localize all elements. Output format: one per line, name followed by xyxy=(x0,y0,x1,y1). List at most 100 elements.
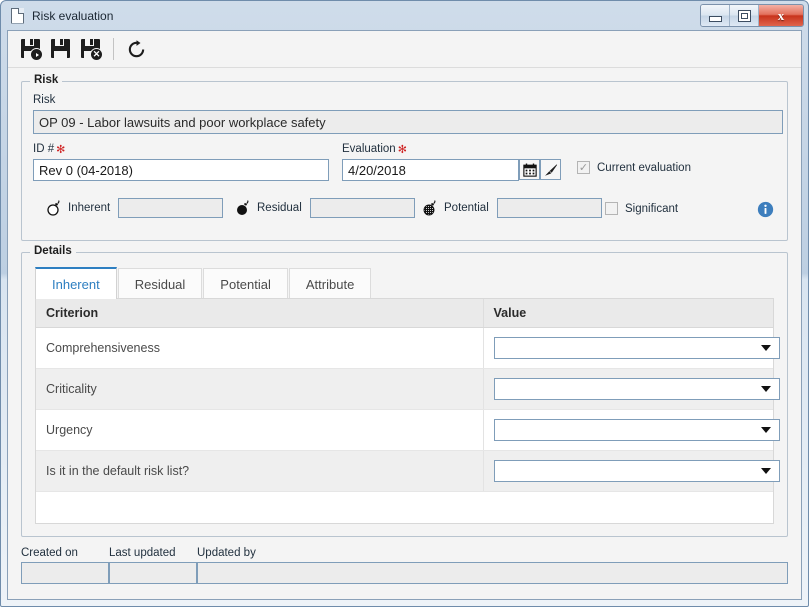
criterion-cell: Criticality xyxy=(36,368,484,410)
close-icon: x xyxy=(777,7,785,23)
calendar-icon xyxy=(522,163,537,177)
table-row: Criticality xyxy=(36,368,780,410)
current-evaluation-checkbox[interactable]: ✓ xyxy=(577,161,590,174)
residual-value-input[interactable] xyxy=(309,198,415,218)
save-icon xyxy=(51,39,71,59)
current-evaluation-label: Current evaluation xyxy=(597,161,691,174)
details-tabstrip: Inherent Residual Potential Attribute xyxy=(35,267,774,299)
criterion-cell: Is it in the default risk list? xyxy=(36,450,484,492)
current-evaluation-checkbox-group[interactable]: ✓ Current evaluation xyxy=(577,161,691,174)
refresh-icon xyxy=(128,39,144,57)
comprehensiveness-dropdown[interactable] xyxy=(493,337,780,359)
bomb-outline-icon xyxy=(47,200,60,216)
urgency-dropdown[interactable] xyxy=(493,419,780,441)
tab-residual-label: Residual xyxy=(134,276,186,292)
value-cell xyxy=(483,450,780,492)
updated-by-field: Updated by xyxy=(197,547,788,584)
window-title: Risk evaluation xyxy=(32,8,114,23)
save-and-close-button[interactable]: ✕ xyxy=(76,34,106,64)
risk-group: Risk Risk ID # ✻ Evaluation ✻ xyxy=(21,74,788,241)
tab-residual[interactable]: Residual xyxy=(117,268,203,299)
minimize-icon xyxy=(708,15,722,22)
toolbar-separator xyxy=(113,38,114,60)
minimize-button[interactable] xyxy=(701,5,730,26)
created-on-field: Created on xyxy=(21,547,109,584)
created-on-input[interactable] xyxy=(21,562,109,584)
table-row: Urgency xyxy=(36,409,780,451)
table-row: Comprehensiveness xyxy=(36,327,780,369)
details-group: Details Inherent Residual Potential Attr… xyxy=(21,245,788,537)
chevron-down-icon xyxy=(760,345,771,351)
last-updated-field: Last updated xyxy=(109,547,197,584)
evaluation-field-label: Evaluation ✻ xyxy=(342,143,407,155)
table-row: Is it in the default risk list? xyxy=(36,450,780,492)
risk-evaluation-window: Risk evaluation x ✕ Risk Risk OP 09 - La… xyxy=(0,0,809,607)
maximize-button[interactable] xyxy=(730,5,759,26)
id-label-text: ID # xyxy=(33,143,55,155)
chevron-down-icon xyxy=(760,427,771,433)
toolbar: ✕ xyxy=(8,31,801,68)
inherent-tab-panel: Criterion Value Comprehensiveness Critic… xyxy=(35,298,780,524)
footer: Created on Last updated Updated by xyxy=(8,547,801,599)
save-new-icon xyxy=(21,39,43,61)
last-updated-label: Last updated xyxy=(109,547,176,559)
risk-name-input[interactable] xyxy=(33,110,783,134)
risk-field-label: Risk xyxy=(33,94,56,106)
updated-by-input[interactable] xyxy=(197,562,788,584)
tab-potential[interactable]: Potential xyxy=(203,268,288,299)
refresh-button[interactable] xyxy=(121,34,151,64)
chevron-down-icon xyxy=(760,386,771,392)
id-input[interactable] xyxy=(33,159,329,181)
window-controls: x xyxy=(700,4,804,27)
value-cell xyxy=(483,327,780,369)
potential-label: Potential xyxy=(444,202,489,214)
id-required-icon: ✻ xyxy=(56,142,66,156)
tab-potential-label: Potential xyxy=(220,276,271,292)
criterion-cell: Comprehensiveness xyxy=(36,327,484,369)
last-updated-input[interactable] xyxy=(109,562,197,584)
inherent-metric: Inherent xyxy=(46,198,224,218)
table-header-row: Criterion Value xyxy=(36,299,773,328)
chevron-down-icon xyxy=(760,468,771,474)
significant-checkbox[interactable] xyxy=(605,202,618,215)
potential-metric: Potential xyxy=(422,198,602,218)
tab-attribute[interactable]: Attribute xyxy=(288,268,372,299)
column-header-value: Value xyxy=(483,299,773,328)
tab-inherent[interactable]: Inherent xyxy=(35,267,117,299)
info-icon[interactable] xyxy=(757,201,774,218)
inherent-label: Inherent xyxy=(68,202,111,214)
residual-metric: Residual xyxy=(235,198,415,218)
id-field-label: ID # ✻ xyxy=(33,143,65,155)
details-group-legend: Details xyxy=(30,245,76,257)
save-button[interactable] xyxy=(46,34,76,64)
inherent-value-input[interactable] xyxy=(118,198,224,218)
value-cell xyxy=(483,409,780,451)
save-and-new-button[interactable] xyxy=(16,34,46,64)
calendar-picker-button[interactable] xyxy=(519,159,540,180)
criticality-dropdown[interactable] xyxy=(493,378,780,400)
potential-value-input[interactable] xyxy=(496,198,602,218)
updated-by-label: Updated by xyxy=(197,547,256,559)
close-button[interactable]: x xyxy=(759,5,803,26)
evaluation-label-text: Evaluation xyxy=(342,143,396,155)
evaluation-required-icon: ✻ xyxy=(397,142,407,156)
created-on-label: Created on xyxy=(21,547,78,559)
default-risk-list-dropdown[interactable] xyxy=(493,460,780,482)
value-cell xyxy=(483,368,780,410)
significant-checkbox-group[interactable]: Significant xyxy=(605,202,678,215)
bomb-filled-icon xyxy=(237,200,249,215)
brush-icon xyxy=(544,163,557,176)
clear-date-button[interactable] xyxy=(540,159,561,180)
tab-inherent-label: Inherent xyxy=(52,276,100,292)
client-area: ✕ Risk Risk ID # ✻ xyxy=(7,30,802,600)
save-close-icon: ✕ xyxy=(81,39,103,61)
tab-attribute-label: Attribute xyxy=(305,276,355,292)
evaluation-date-input[interactable] xyxy=(342,159,519,181)
check-icon: ✓ xyxy=(578,161,589,174)
residual-label: Residual xyxy=(257,202,302,214)
criteria-table: Criterion Value Comprehensiveness Critic… xyxy=(36,299,780,492)
document-icon xyxy=(11,7,24,24)
significant-label: Significant xyxy=(625,202,679,215)
bomb-hatched-icon xyxy=(423,200,436,216)
column-header-criterion: Criterion xyxy=(36,299,484,328)
